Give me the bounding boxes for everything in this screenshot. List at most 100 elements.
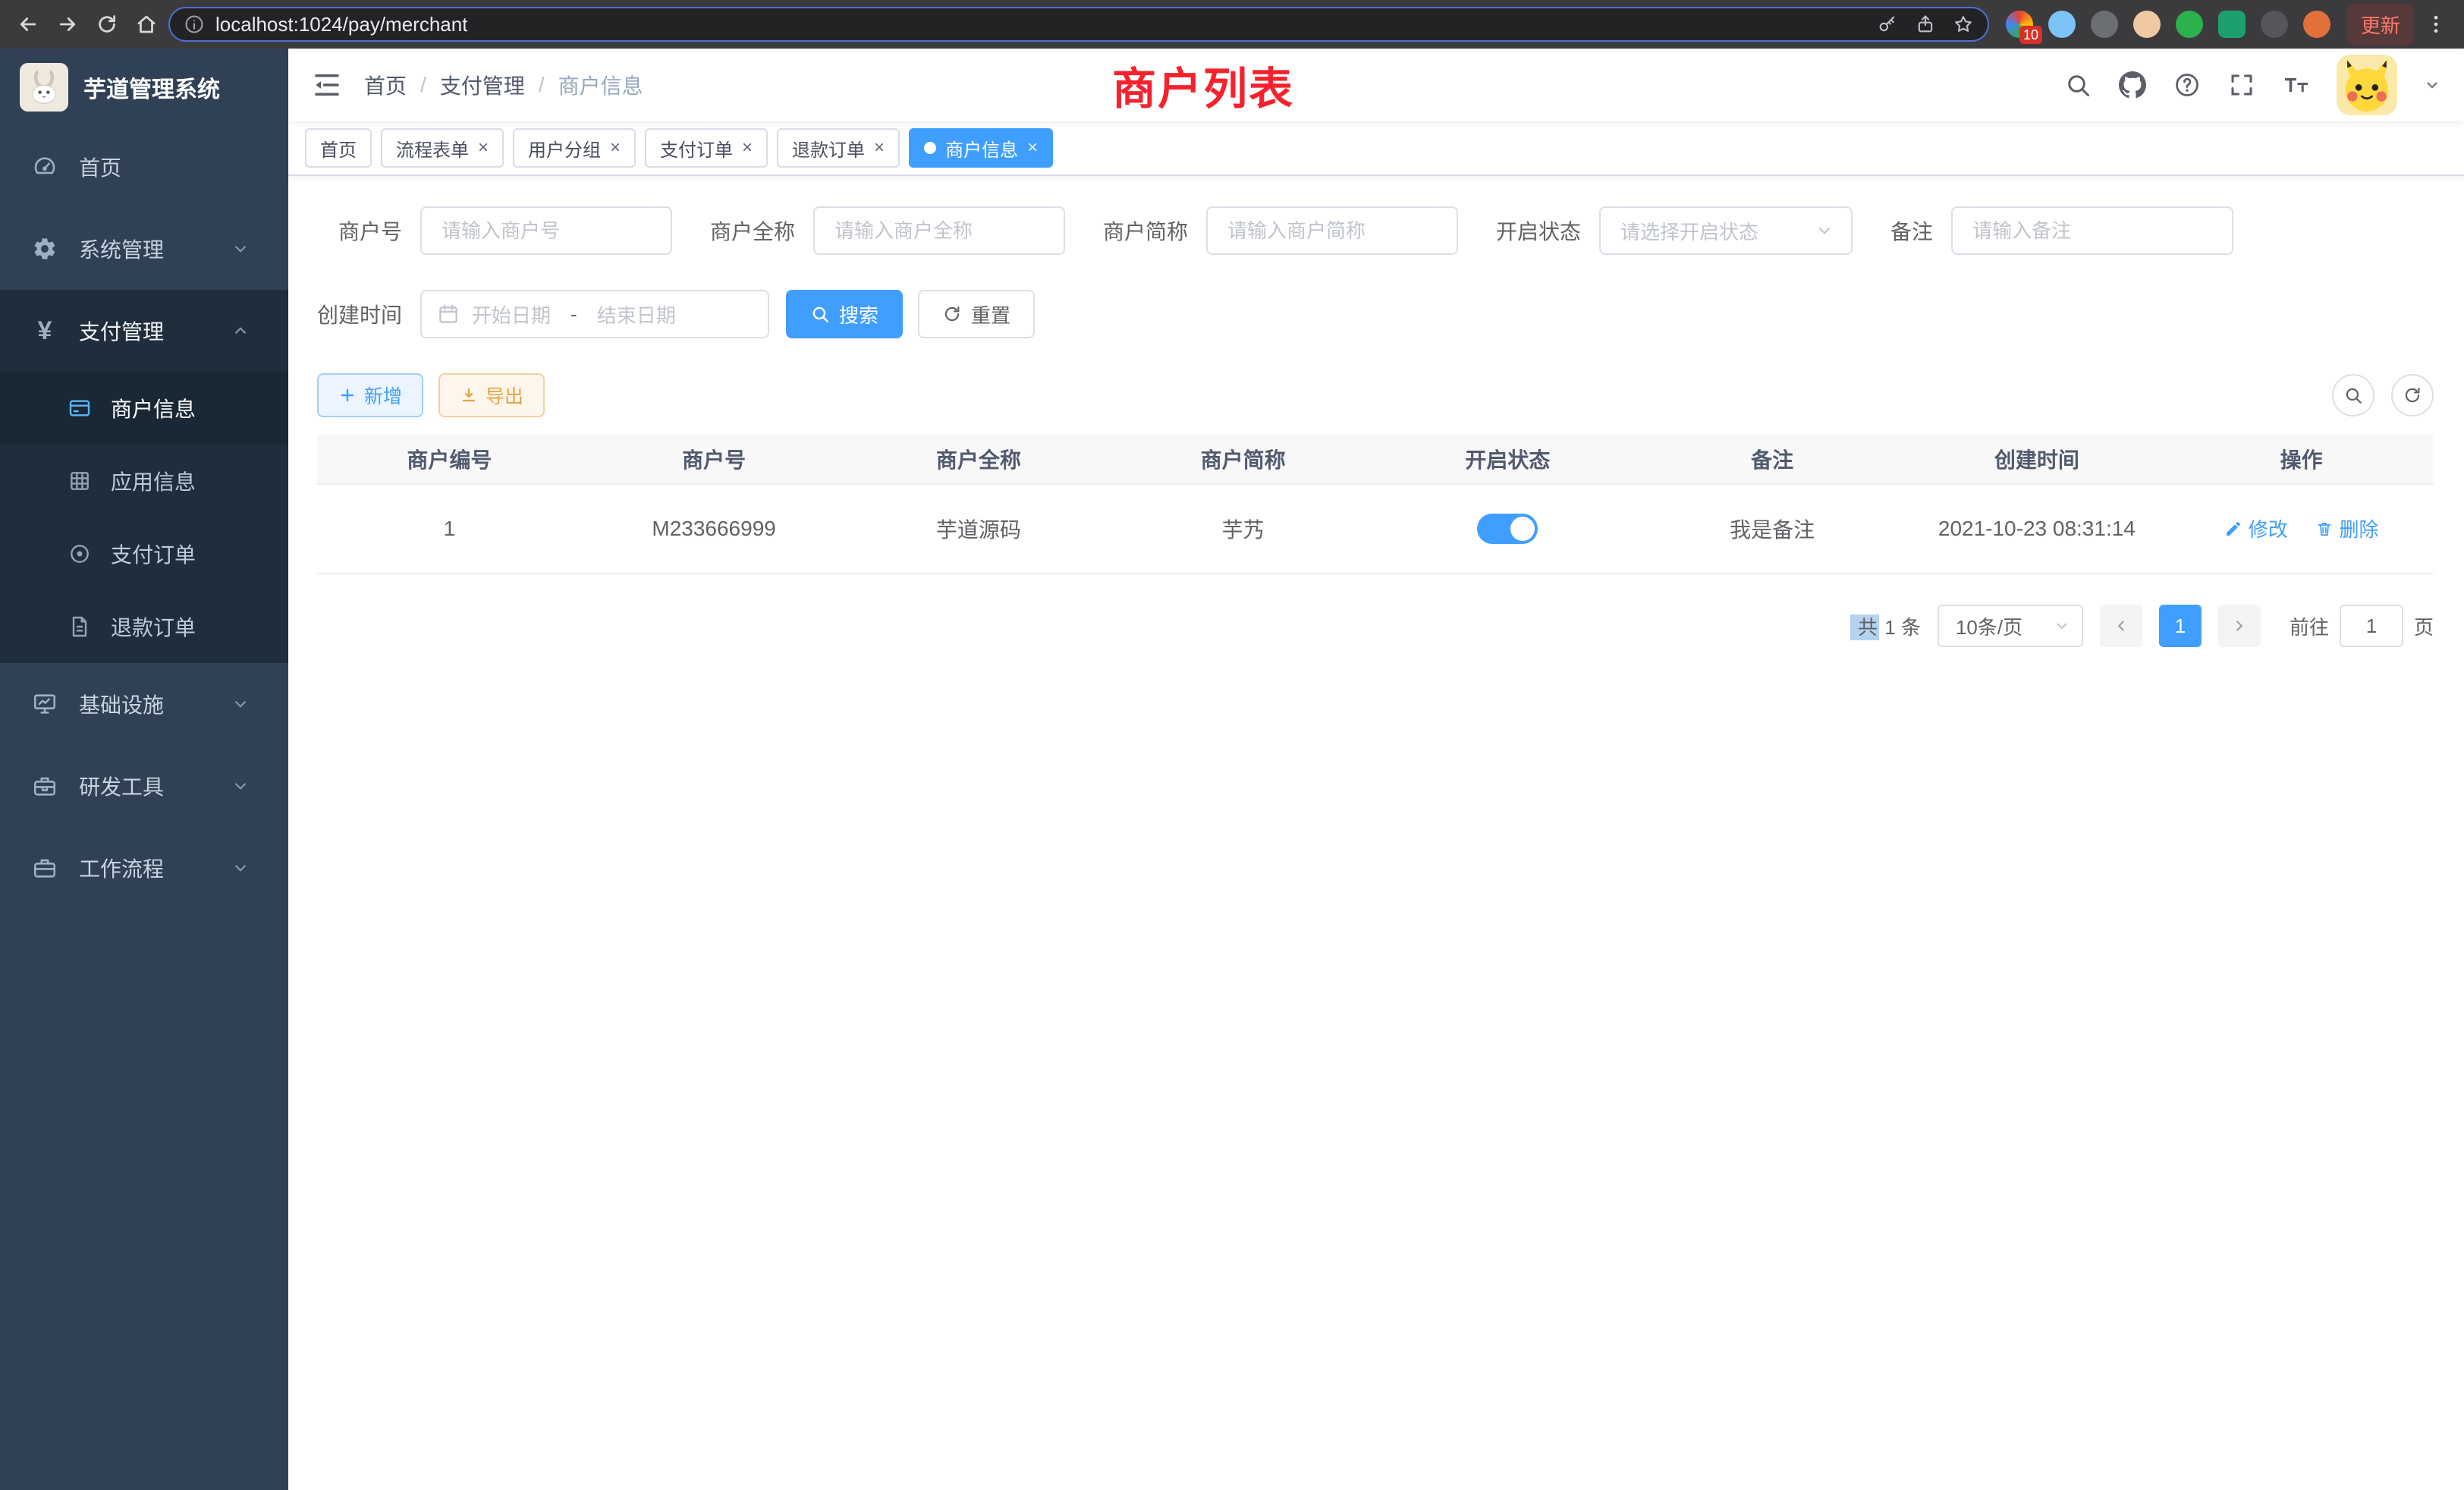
extension-icon-7[interactable] [2261,11,2288,38]
page-number-button[interactable]: 1 [2159,605,2202,647]
grid-icon [67,468,93,494]
add-button[interactable]: 新增 [317,373,423,417]
merchant-table: 商户编号 商户号 商户全称 商户简称 开启状态 备注 创建时间 操作 1 M23… [317,434,2434,574]
font-size-button[interactable] [2282,71,2311,99]
extension-icon-8[interactable] [2303,11,2330,38]
table-row: 1 M233666999 芋道源码 芋艿 我是备注 2021-10-23 08:… [317,484,2434,574]
tab-close-icon[interactable]: × [874,139,885,157]
forward-button[interactable] [50,7,85,42]
reload-icon [96,13,118,36]
merchant-short-label: 商户简称 [1103,215,1188,246]
bookmark-star-icon[interactable] [1953,14,1974,35]
refresh-table-button[interactable] [2391,374,2434,417]
merchant-name-input[interactable] [813,206,1065,255]
extension-icon-3[interactable] [2091,11,2118,38]
tab-home[interactable]: 首页 [305,128,372,168]
forward-icon [56,13,79,36]
app-layout: 芋道管理系统 首页 系统管理 ¥ 支付管理 [0,49,2464,1490]
share-icon[interactable] [1915,14,1936,35]
tab-label: 商户信息 [945,135,1018,162]
reset-button-label: 重置 [971,300,1010,328]
sidebar-item-merchant-info[interactable]: 商户信息 [0,372,288,445]
sidebar-item-label: 首页 [79,152,121,182]
address-bar[interactable]: localhost:1024/pay/merchant [168,7,1989,42]
sidebar-item-label: 支付管理 [79,316,164,346]
browser-update-button[interactable]: 更新 [2347,4,2414,46]
tab-pay-order[interactable]: 支付订单 × [645,128,768,168]
goto-label: 前往 [2290,612,2329,640]
prev-page-button[interactable] [2100,605,2142,647]
avatar-caret-icon[interactable] [2423,76,2441,94]
extension-icon-1[interactable]: 10 [2006,11,2033,38]
reset-button[interactable]: 重置 [918,290,1035,338]
home-button[interactable] [129,7,164,42]
status-select[interactable]: 请选择开启状态 [1599,206,1853,255]
create-time-range-picker[interactable]: 开始日期 - 结束日期 [420,290,769,338]
col-remark: 备注 [1640,434,1905,484]
back-button[interactable] [11,7,46,42]
extension-icon-5[interactable] [2176,11,2203,38]
tab-close-icon[interactable]: × [478,139,489,157]
extension-icon-6[interactable] [2218,11,2246,38]
help-button[interactable] [2173,71,2202,99]
extension-icon-4[interactable] [2133,11,2161,38]
filter-row-2: 创建时间 开始日期 - 结束日期 搜索 重置 [317,290,2434,338]
filter-merchant-short: 商户简称 [1103,206,1458,255]
tab-close-icon[interactable]: × [610,139,621,157]
browser-menu-button[interactable] [2418,7,2453,42]
edit-link[interactable]: 修改 [2224,514,2288,542]
col-full-name: 商户全称 [847,434,1111,484]
sidebar-item-app-info[interactable]: 应用信息 [0,445,288,517]
breadcrumb-payment[interactable]: 支付管理 [440,70,525,100]
fullscreen-button[interactable] [2227,71,2256,99]
user-avatar[interactable] [2337,55,2397,115]
create-time-label: 创建时间 [317,299,402,329]
header-search-button[interactable] [2063,71,2092,99]
sidebar-item-payment[interactable]: ¥ 支付管理 [0,290,288,372]
remark-input[interactable] [1951,206,2233,255]
tab-merchant-info[interactable]: 商户信息 × [909,128,1053,168]
col-merchant-no: 商户号 [582,434,847,484]
sidebar-item-infrastructure[interactable]: 基础设施 [0,663,288,745]
tab-close-icon[interactable]: × [742,139,753,157]
search-button[interactable]: 搜索 [786,290,903,338]
tab-user-group[interactable]: 用户分组 × [513,128,636,168]
col-merchant-id: 商户编号 [317,434,582,484]
password-key-icon[interactable] [1877,14,1898,35]
sidebar-item-pay-order[interactable]: 支付订单 [0,517,288,590]
page-size-select[interactable]: 10条/页 [1938,605,2083,647]
reload-button[interactable] [90,7,124,42]
cell-remark: 我是备注 [1640,484,1905,574]
refresh-icon [942,304,962,324]
sidebar-item-refund-order[interactable]: 退款订单 [0,590,288,663]
goto-page-input[interactable] [2340,605,2403,647]
merchant-short-input[interactable] [1206,206,1458,255]
export-button[interactable]: 导出 [438,373,545,417]
site-info-icon[interactable] [184,14,205,35]
text-size-icon [2283,71,2310,99]
tab-process-form[interactable]: 流程表单 × [381,128,504,168]
next-page-button[interactable] [2218,605,2261,647]
extension-icon-2[interactable] [2048,11,2076,38]
url-text[interactable]: localhost:1024/pay/merchant [215,13,467,36]
breadcrumb-home[interactable]: 首页 [364,70,407,100]
tab-refund-order[interactable]: 退款订单 × [777,128,900,168]
merchant-no-input[interactable] [420,206,672,255]
github-link[interactable] [2118,71,2147,99]
sidebar-item-system[interactable]: 系统管理 [0,208,288,290]
chevron-right-icon [2231,618,2248,634]
sidebar-item-label: 工作流程 [79,853,164,883]
filter-merchant-name: 商户全称 [710,206,1065,255]
sidebar-fold-button[interactable] [311,69,343,101]
main-area: 首页 / 支付管理 / 商户信息 商户列表 [288,49,2464,1490]
sidebar-item-home[interactable]: 首页 [0,126,288,208]
tab-close-icon[interactable]: × [1027,139,1038,157]
delete-link[interactable]: 删除 [2315,514,2379,542]
cell-short-name: 芋艿 [1111,484,1375,574]
toggle-search-button[interactable] [2332,374,2374,417]
app-logo[interactable]: 芋道管理系统 [0,49,288,126]
status-toggle[interactable] [1477,514,1538,544]
cell-create-time: 2021-10-23 08:31:14 [1905,484,2170,574]
sidebar-item-dev-tools[interactable]: 研发工具 [0,745,288,827]
sidebar-item-workflow[interactable]: 工作流程 [0,827,288,909]
